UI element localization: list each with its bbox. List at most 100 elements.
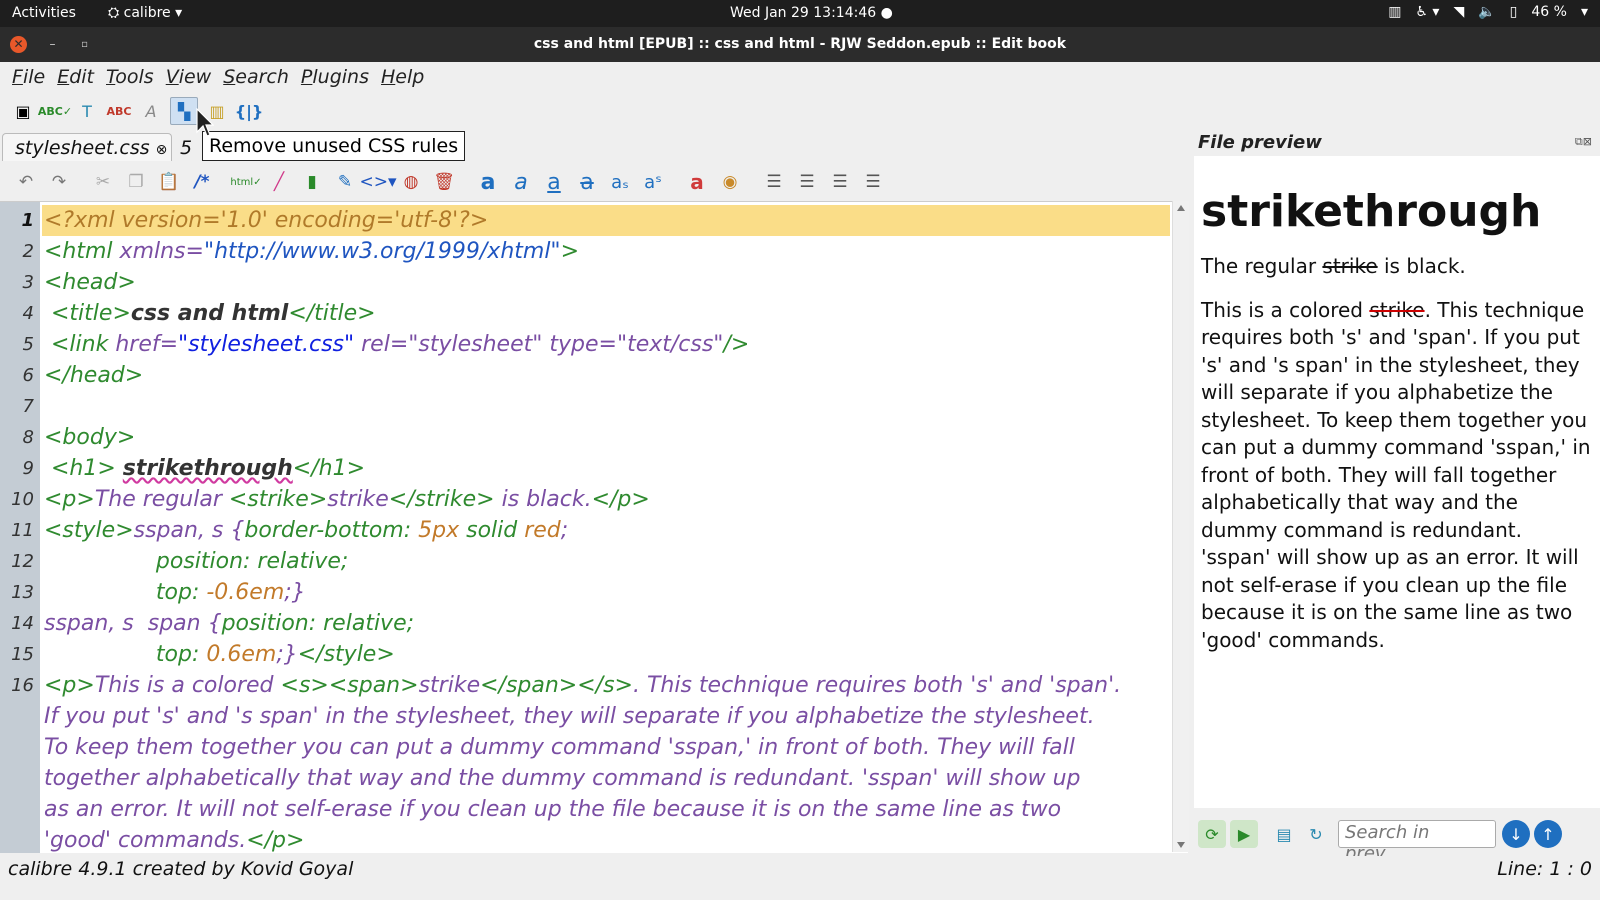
wifi-icon[interactable]: ◥ [1453, 4, 1464, 20]
code-text: To keep them together you can put a dumm… [44, 735, 1075, 760]
editor-tabs: stylesheet.css ⊗ 5 [0, 131, 1212, 161]
snippets-icon[interactable]: {|} [235, 98, 264, 124]
code-line: 5 <link href="stylesheet.css" rel="style… [0, 329, 1170, 360]
search-up-icon[interactable]: ↑ [1534, 820, 1562, 848]
code-text: <html xmlns="http://www.w3.org/1999/xhtm… [44, 239, 579, 264]
delete-icon[interactable]: 🗑 [430, 168, 458, 196]
code-text: </head> [44, 363, 144, 388]
align-justify-icon[interactable]: ☰ [859, 168, 887, 196]
insert-file-icon[interactable]: ▮ [298, 168, 326, 196]
line-number: 4 [22, 303, 34, 324]
code-line: 4 <title>css and html</title> [0, 298, 1170, 329]
menu-help[interactable]: Help [381, 66, 424, 88]
panel-float-close-icon[interactable]: ⧉⊠ [1575, 135, 1592, 149]
menu-tools[interactable]: Tools [106, 66, 154, 88]
align-left-icon[interactable]: ☰ [760, 168, 788, 196]
window-title: css and html [EPUB] :: css and html - RJ… [533, 36, 1067, 52]
volume-icon[interactable]: 🔈 [1478, 4, 1495, 20]
remove-unused-css-icon[interactable]: ▚ [170, 97, 198, 125]
align-right-icon[interactable]: ☰ [826, 168, 854, 196]
menu-search[interactable]: Search [223, 66, 289, 88]
check-book-icon[interactable]: ▣ [10, 98, 36, 124]
color-picker-icon[interactable]: ◍ [397, 168, 425, 196]
code-text: <style>sspan, s {border-bottom: 5px soli… [44, 518, 569, 543]
spell-replace-icon[interactable]: ABC [106, 98, 132, 124]
code-line: 6 </head> [0, 360, 1170, 391]
superscript-icon[interactable]: aˢ [639, 168, 667, 196]
system-menu-chevron-icon[interactable]: ▾ [1581, 4, 1588, 20]
copy-icon[interactable]: ❐ [122, 168, 150, 196]
line-number: 1 [21, 210, 34, 231]
undo-icon[interactable]: ↶ [12, 168, 40, 196]
spellcheck-icon[interactable]: ABC✓ [38, 98, 72, 124]
code-editor[interactable]: 1 <?xml version='1.0' encoding='utf-8'?>… [0, 201, 1188, 853]
code-text: as an error. It will not self-erase if y… [44, 797, 1062, 822]
underline-icon[interactable]: a [540, 168, 568, 196]
split-icon[interactable]: ▤ [1270, 820, 1298, 848]
cut-icon[interactable]: ✂ [89, 168, 117, 196]
insert-image-icon[interactable]: ✎ [331, 168, 359, 196]
code-line: To keep them together you can put a dumm… [0, 732, 1170, 763]
line-number: 8 [22, 427, 34, 448]
cursor-position: Line: 1 : 0 [1497, 858, 1592, 880]
paste-icon[interactable]: 📋 [155, 168, 183, 196]
code-text: sspan, s span {position: relative; [44, 611, 415, 636]
preview-paragraph-2: This is a colored strike. This technique… [1201, 297, 1591, 652]
accessibility-icon[interactable]: ♿ ▾ [1415, 4, 1439, 20]
line-number: 9 [22, 458, 34, 479]
app-menu-label: calibre [123, 5, 171, 21]
code-text: If you put 's' and 's span' in the style… [44, 704, 1095, 729]
comment-icon[interactable]: /* [188, 168, 216, 196]
refresh-icon[interactable]: ↻ [1302, 820, 1330, 848]
play-icon[interactable]: ▶ [1230, 820, 1258, 848]
align-center-icon[interactable]: ☰ [793, 168, 821, 196]
background-color-icon[interactable]: ◉ [716, 168, 744, 196]
menu-plugins[interactable]: Plugins [301, 66, 369, 88]
clock-label: Wed Jan 29 13:14:46 [730, 5, 877, 21]
tab-close-icon[interactable]: ⊗ [156, 142, 168, 158]
menu-view[interactable]: View [166, 66, 212, 88]
tab-stylesheet-css[interactable]: stylesheet.css ⊗ [2, 133, 172, 161]
redo-icon[interactable]: ↷ [45, 168, 73, 196]
bold-icon[interactable]: a [474, 168, 502, 196]
battery-percent: 46 % [1531, 4, 1567, 20]
preview-search-input[interactable]: Search in prev... [1338, 820, 1496, 864]
tab-second[interactable]: 5 [180, 135, 204, 161]
editor-toolbar: ↶ ↷ ✂ ❐ 📋 /* html✓ ╱ ▮ ✎ <>▾ ◍ 🗑 a a a a… [0, 163, 1212, 201]
search-down-icon[interactable]: ↓ [1502, 820, 1530, 848]
typography-icon[interactable]: T [74, 98, 100, 124]
pencil-icon[interactable]: ╱ [265, 168, 293, 196]
system-tray[interactable]: ▥ ♿ ▾ ◥ 🔈 ▯ 46 % ▾ [1388, 4, 1588, 20]
beautify-html-icon[interactable]: html✓ [230, 168, 261, 196]
subscript-icon[interactable]: aₛ [606, 168, 634, 196]
books-indicator-icon[interactable]: ▥ [1388, 4, 1401, 20]
editor-scrollbar[interactable] [1172, 201, 1189, 852]
fonts-icon[interactable]: A [138, 98, 164, 124]
file-preview-panel[interactable]: strikethrough The regular strike is blac… [1194, 156, 1600, 808]
auto-reload-icon[interactable]: ⟳ [1198, 820, 1226, 848]
line-number: 13 [11, 582, 34, 603]
menu-file[interactable]: File [12, 66, 45, 88]
code-line: as an error. It will not self-erase if y… [0, 794, 1170, 825]
app-menu[interactable]: ⛭ calibre ▾ [108, 5, 182, 21]
code-line: 10 <p>The regular <strike>strike</strike… [0, 484, 1170, 515]
clock[interactable]: Wed Jan 29 13:14:46 ● [730, 5, 893, 21]
italic-icon[interactable]: a [507, 168, 535, 196]
line-number: 10 [11, 489, 34, 510]
menu-edit[interactable]: Edit [57, 66, 94, 88]
strikethrough-icon[interactable]: a [573, 168, 601, 196]
code-lines: 1 <?xml version='1.0' encoding='utf-8'?>… [0, 205, 1170, 853]
code-line: 2 <html xmlns="http://www.w3.org/1999/xh… [0, 236, 1170, 267]
preview-heading: strikethrough [1201, 186, 1542, 237]
line-number: 12 [11, 551, 34, 572]
line-number: 6 [22, 365, 34, 386]
code-line: 9 <h1> strikethrough</h1> [0, 453, 1170, 484]
code-text: top: 0.6em;}</style> [44, 642, 395, 667]
status-bar: calibre 4.9.1 created by Kovid Goyal Lin… [0, 856, 1600, 884]
battery-icon[interactable]: ▯ [1510, 4, 1518, 20]
insert-tag-icon[interactable]: <>▾ [359, 168, 396, 196]
code-line: 12 position: relative; [0, 546, 1170, 577]
activities-button[interactable]: Activities [12, 5, 76, 21]
preview-toolbar: ⟳ ▶ ▤ ↻ Search in prev... ↓ ↑ [1194, 812, 1600, 864]
text-color-icon[interactable]: a [683, 168, 711, 196]
